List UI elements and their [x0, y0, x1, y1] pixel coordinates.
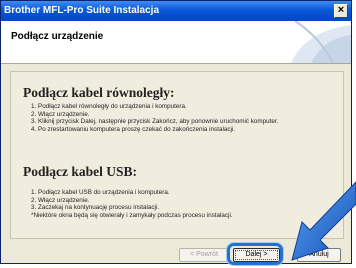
dialog-header: Podłącz urządzenie: [1, 21, 351, 64]
usb-steps: 1. Podłącz kabel USB do urządzenia i kom…: [31, 189, 233, 219]
list-item: 1. Podłącz kabel równoległy do urządzeni…: [31, 103, 187, 110]
window-title: Brother MFL-Pro Suite Instalacja: [4, 5, 160, 16]
list-item: 3. Zaczekaj na kontynuację procesu insta…: [31, 204, 160, 212]
close-icon: ×: [337, 4, 345, 16]
usb-heading: Podłącz kabel USB:: [23, 164, 138, 179]
list-item: 2. Włącz urządzenie.: [31, 110, 90, 118]
list-item: 1. Podłącz kabel USB do urządzenia i kom…: [31, 189, 170, 196]
header-title: Podłącz urządzenie: [11, 31, 104, 42]
list-item: *Niektóre okna będą się otwierały i zamy…: [31, 211, 233, 219]
title-bar[interactable]: Brother MFL-Pro Suite Instalacja ×: [1, 1, 351, 21]
list-item: 3. Kliknij przycisk Dalej, następnie prz…: [31, 118, 279, 126]
list-item: 4. Po zrestartowaniu komputera proszę cz…: [31, 125, 236, 133]
close-button[interactable]: ×: [334, 4, 348, 18]
setup-graphic-icon: [291, 21, 351, 63]
parallel-steps: 1. Podłącz kabel równoległy do urządzeni…: [31, 103, 278, 133]
back-button[interactable]: < Powrót: [179, 248, 229, 262]
list-item: 2. Włącz urządzenie.: [31, 196, 90, 204]
pointer-arrow-icon: [291, 181, 356, 261]
parallel-heading: Podłącz kabel równoległy:: [23, 85, 175, 100]
